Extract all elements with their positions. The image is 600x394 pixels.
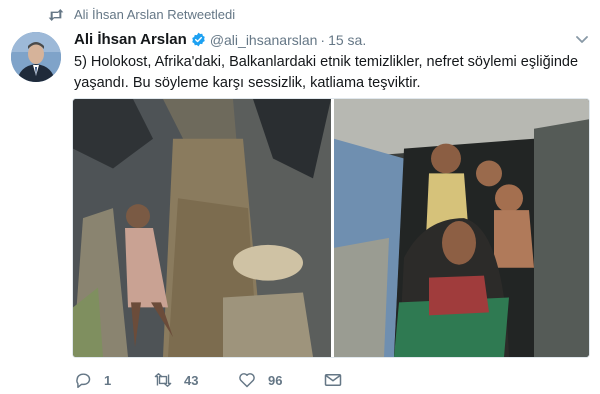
reply-button[interactable]: 1	[74, 372, 154, 388]
tweet-timestamp[interactable]: 15 sa.	[328, 32, 366, 48]
retweet-banner: Ali İhsan Arslan Retweetledi	[48, 7, 235, 22]
retweet-count: 43	[184, 372, 199, 388]
retweet-button[interactable]: 43	[154, 372, 238, 388]
heart-icon	[239, 373, 255, 388]
envelope-icon	[324, 374, 342, 386]
direct-message-button[interactable]	[324, 372, 354, 388]
photo-trench-child[interactable]	[73, 99, 331, 357]
author-handle[interactable]: @ali_ihsanarslan	[210, 32, 318, 48]
reply-icon	[76, 373, 91, 388]
avatar[interactable]	[11, 32, 61, 82]
chevron-down-icon[interactable]	[576, 36, 588, 44]
tweet-header: Ali İhsan Arslan @ali_ihsanarslan · 15 s…	[74, 31, 366, 48]
verified-badge-icon	[192, 32, 205, 47]
retweet-icon	[48, 8, 64, 21]
photo-family-shelter[interactable]	[334, 99, 590, 357]
like-count: 96	[268, 372, 283, 388]
separator-dot: ·	[320, 31, 326, 48]
author-display-name[interactable]: Ali İhsan Arslan	[74, 31, 187, 48]
like-button[interactable]: 96	[238, 372, 324, 388]
reply-count: 1	[104, 372, 112, 388]
tweet-actions: 1 43 96	[74, 372, 354, 388]
media-grid	[72, 98, 590, 358]
retweet-banner-text[interactable]: Ali İhsan Arslan Retweetledi	[74, 7, 235, 22]
tweet-text: 5) Holokost, Afrika'daki, Balkanlardaki …	[74, 54, 579, 91]
retweet-icon	[154, 373, 172, 387]
